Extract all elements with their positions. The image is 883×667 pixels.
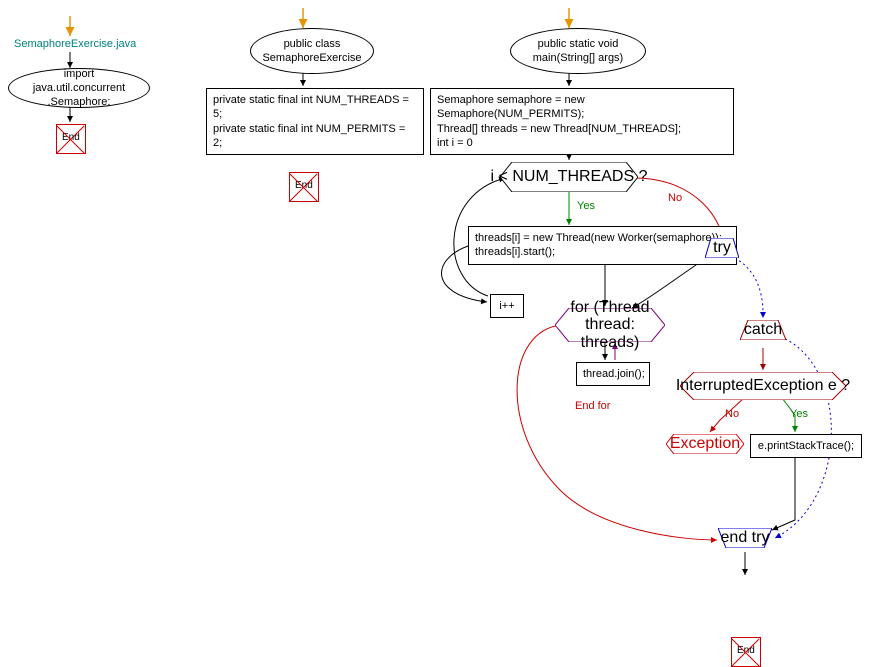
body-node: threads[i] = new Thread(new Worker(semap… xyxy=(468,226,737,265)
catch-text: catch xyxy=(744,321,782,339)
for-text: for (Thread thread: threads) xyxy=(555,299,665,352)
fields-text: private static final int NUM_THREADS = 5… xyxy=(213,93,417,150)
fields-node: private static final int NUM_THREADS = 5… xyxy=(206,88,424,155)
inc-text: i++ xyxy=(499,300,514,312)
title-label: SemaphoreExercise.java xyxy=(14,38,136,50)
class-node: public class SemaphoreExercise xyxy=(250,28,374,74)
yes-label-2: Yes xyxy=(790,408,808,420)
catch-node: catch xyxy=(740,320,786,340)
endfor-label: End for xyxy=(575,400,610,412)
join-node: thread.join(); xyxy=(576,362,650,386)
exc-cond-text: InterruptedException e ? xyxy=(676,377,850,395)
yes-label-1: Yes xyxy=(577,200,595,212)
end-node-1: End xyxy=(56,124,86,154)
main-node: public static void main(String[] args) xyxy=(510,28,646,74)
endtry-node: end try xyxy=(718,528,772,548)
stacktrace-node: e.printStackTrace(); xyxy=(750,434,862,458)
class-text: public class SemaphoreExercise xyxy=(262,37,361,66)
try-text: try xyxy=(713,239,731,257)
init-node: Semaphore semaphore = new Semaphore(NUM_… xyxy=(430,88,734,155)
exc-cond-node: InterruptedException e ? xyxy=(680,372,846,400)
exception-node: Exception xyxy=(666,434,744,454)
init-text: Semaphore semaphore = new Semaphore(NUM_… xyxy=(437,93,727,150)
cond-text: i < NUM_THREADS ? xyxy=(491,168,648,186)
exception-text: Exception xyxy=(670,435,740,453)
endtry-text: end try xyxy=(721,529,770,547)
stacktrace-text: e.printStackTrace(); xyxy=(758,440,854,452)
import-text: import java.util.concurrent .Semaphore; xyxy=(17,67,141,110)
main-text: public static void main(String[] args) xyxy=(533,37,623,66)
for-node: for (Thread thread: threads) xyxy=(555,308,665,342)
end-text-2: End xyxy=(295,179,313,192)
end-text-3: End xyxy=(737,644,755,657)
no-label-2: No xyxy=(725,408,739,420)
cond-node: i < NUM_THREADS ? xyxy=(500,162,638,192)
join-text: thread.join(); xyxy=(583,368,645,380)
try-node: try xyxy=(705,238,739,258)
body-text: threads[i] = new Thread(new Worker(semap… xyxy=(475,231,730,260)
inc-node: i++ xyxy=(490,294,524,318)
end-text-1: End xyxy=(62,131,80,144)
no-label-1: No xyxy=(668,192,682,204)
end-node-2: End xyxy=(289,172,319,202)
import-node: import java.util.concurrent .Semaphore; xyxy=(8,68,150,108)
end-node-3: End xyxy=(731,637,761,667)
